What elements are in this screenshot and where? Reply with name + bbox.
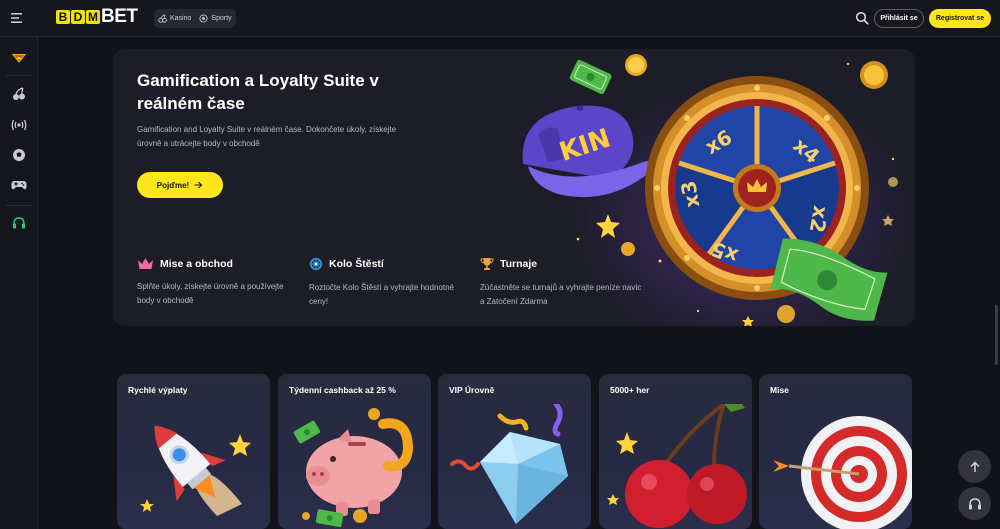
live-broadcast-icon (11, 119, 27, 131)
wheel-label: x3 (676, 179, 704, 210)
promo-card-weekly-cashback[interactable]: Týdenní cashback až 25 % (278, 374, 431, 529)
sidebar-divider (6, 205, 32, 206)
feature-text: Splňte úkoly, získejte úrovně a používej… (137, 282, 284, 305)
feature-wheel-of-fortune: Kolo Štěstí Roztočte Kolo Štěstí a vyhra… (309, 257, 474, 309)
rocket-illustration (140, 425, 251, 516)
sidebar (0, 37, 38, 529)
promo-title: Mise (770, 385, 789, 395)
login-button[interactable]: Přihlásit se (874, 9, 924, 28)
feature-missions-shop: Mise a obchod Splňte úkoly, získejte úro… (137, 257, 302, 308)
sidebar-item-kingdom[interactable] (11, 50, 27, 66)
hero-title: Gamification a Loyalty Suite v reálném č… (137, 71, 379, 113)
feature-text: Roztočte Kolo Štěstí a vyhrajte hodnotné… (309, 283, 454, 306)
small-star (882, 215, 894, 226)
gamepad-icon (11, 181, 27, 190)
sidebar-item-games[interactable] (11, 177, 27, 193)
promo-card-missions[interactable]: Mise (759, 374, 912, 529)
promo-card-5000-games[interactable]: 5000+ her (599, 374, 752, 529)
small-star (742, 316, 754, 326)
target-illustration (773, 416, 912, 529)
promo-card-vip-levels[interactable]: VIP Úrovně (438, 374, 591, 529)
sidebar-item-support[interactable] (11, 215, 27, 231)
cherry-icon (13, 87, 25, 100)
crown-icon (138, 258, 153, 269)
tab-sports[interactable]: Sporty (199, 14, 232, 23)
search-icon[interactable] (855, 11, 869, 25)
tab-casino[interactable]: Kasino (158, 14, 191, 23)
page-scrollbar[interactable] (995, 305, 998, 365)
hero-illustration: KIN x6 x4 x2 x5 x3 (522, 54, 898, 326)
cherries-illustration (607, 404, 747, 528)
gold-star (596, 214, 620, 238)
football-icon (13, 149, 25, 161)
scroll-to-top-button[interactable] (958, 450, 991, 483)
promo-title: VIP Úrovně (449, 385, 495, 395)
lets-go-label: Pojďme! (156, 180, 190, 190)
sidebar-divider (6, 75, 32, 76)
wheel-icon (309, 257, 323, 271)
banknote-top (569, 59, 612, 95)
piggy-bank-illustration (293, 408, 414, 527)
promo-card-fast-payouts[interactable]: Rychlé výplaty (117, 374, 270, 529)
headset-icon (968, 497, 981, 509)
trophy-icon (480, 258, 494, 270)
sidebar-item-sports[interactable] (11, 147, 27, 163)
kingdom-badge-icon (11, 54, 27, 63)
hero-description: Gamification and Loyalty Suite v reálném… (137, 125, 397, 148)
register-button[interactable]: Registrovat se (929, 9, 991, 28)
promo-title: Týdenní cashback až 25 % (289, 385, 396, 395)
brand-logo[interactable]: B D M BET (56, 5, 138, 29)
support-chat-button[interactable] (958, 487, 991, 520)
diamond-illustration (450, 404, 568, 524)
sidebar-item-live[interactable] (11, 117, 27, 133)
coin-bottom (777, 305, 795, 323)
menu-toggle-icon[interactable] (10, 11, 26, 25)
top-bar: B D M BET Kasino Sporty Přihlásit se Reg… (0, 0, 1000, 37)
headset-icon (13, 217, 25, 229)
coin-small (621, 242, 635, 256)
kin-cap: KIN (522, 105, 652, 198)
cherry-icon (158, 14, 167, 23)
hero-banner: Gamification a Loyalty Suite v reálném č… (113, 49, 915, 326)
promo-title: Rychlé výplaty (128, 385, 188, 395)
logo-bet-text: BET (101, 6, 138, 27)
wheel-label: x2 (805, 204, 833, 235)
arrow-right-icon (194, 181, 203, 189)
logo-bdm-letters: B D M (56, 10, 100, 24)
promo-title: 5000+ her (610, 385, 650, 395)
sidebar-item-casino[interactable] (11, 86, 27, 102)
ball-icon (199, 14, 208, 23)
coin-top (625, 54, 647, 76)
arrow-up-icon (969, 460, 980, 472)
lets-go-button[interactable]: Pojďme! (137, 172, 223, 198)
category-switch: Kasino Sporty (154, 9, 236, 28)
